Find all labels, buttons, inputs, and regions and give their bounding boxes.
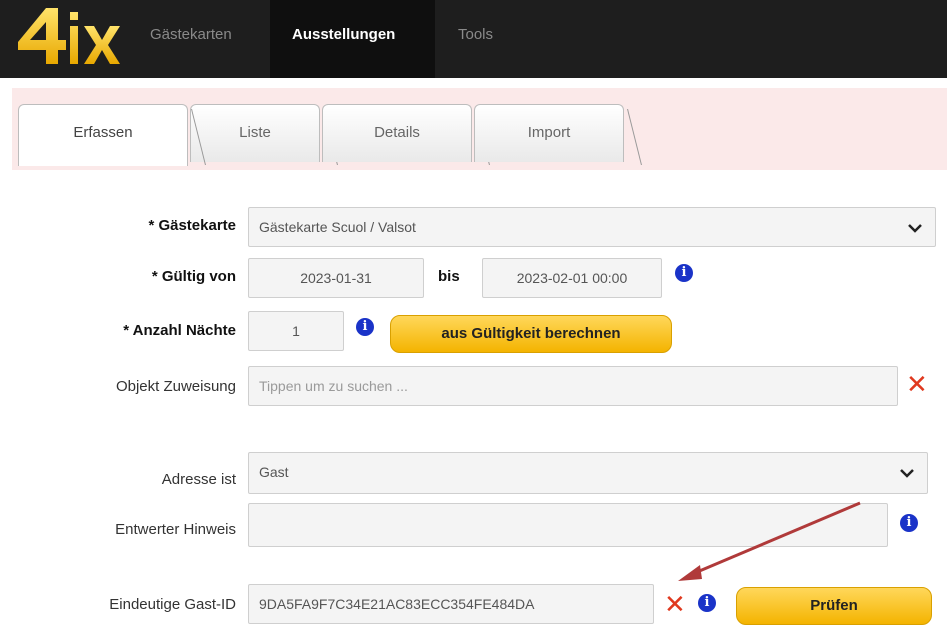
tab-erfassen[interactable]: Erfassen bbox=[18, 104, 206, 166]
top-navigation: Gästekarten Ausstellungen Tools bbox=[0, 0, 947, 78]
gueltig-von-input[interactable]: 2023-01-31 bbox=[248, 258, 424, 298]
info-icon[interactable]: i bbox=[698, 594, 716, 612]
chevron-down-icon bbox=[900, 469, 914, 478]
gast-id-label: Eindeutige Gast-ID bbox=[109, 596, 236, 613]
entwerter-hinweis-label: Entwerter Hinweis bbox=[115, 521, 236, 538]
nav-tools[interactable]: Tools bbox=[436, 0, 515, 78]
adresse-ist-label: Adresse ist bbox=[161, 471, 236, 488]
info-icon[interactable]: i bbox=[675, 264, 693, 282]
chevron-down-icon bbox=[908, 224, 922, 233]
gaestekarte-value: Gästekarte Scuol / Valsot bbox=[259, 219, 416, 235]
clear-icon[interactable]: ✕ bbox=[906, 372, 928, 398]
gaestekarte-select[interactable]: Gästekarte Scuol / Valsot bbox=[248, 207, 936, 247]
tab-label: Import bbox=[527, 124, 571, 141]
nav-gaestekarten[interactable]: Gästekarten bbox=[128, 0, 254, 78]
info-icon[interactable]: i bbox=[900, 514, 918, 532]
tab-label: Erfassen bbox=[73, 124, 133, 141]
tab-label: Liste bbox=[239, 124, 271, 141]
app-logo[interactable] bbox=[14, 4, 126, 68]
objekt-zuweisung-label: Objekt Zuweisung bbox=[115, 378, 236, 395]
tab-label: Details bbox=[374, 124, 420, 141]
gueltig-von-label: * Gültig von bbox=[151, 268, 236, 285]
nav-ausstellungen[interactable]: Ausstellungen bbox=[270, 0, 435, 78]
tab-liste[interactable]: Liste bbox=[190, 104, 338, 165]
anzahl-naechte-input[interactable]: 1 bbox=[248, 311, 344, 351]
anzahl-naechte-label: * Anzahl Nächte bbox=[123, 322, 236, 339]
gast-id-input[interactable]: 9DA5FA9F7C34E21AC83ECC354FE484DA bbox=[248, 584, 654, 624]
annotation-arrow bbox=[678, 501, 861, 581]
calculate-from-validity-button[interactable]: aus Gültigkeit berechnen bbox=[390, 315, 672, 353]
adresse-value: Gast bbox=[259, 464, 289, 480]
info-icon[interactable]: i bbox=[356, 318, 374, 336]
gaestekarte-label: * Gästekarte bbox=[148, 217, 236, 234]
adresse-select[interactable]: Gast bbox=[248, 452, 928, 494]
clear-icon[interactable]: ✕ bbox=[664, 592, 686, 618]
logo-graphic bbox=[18, 8, 120, 64]
tab-details[interactable]: Details bbox=[322, 104, 490, 165]
tab-import[interactable]: Import bbox=[474, 104, 642, 165]
bis-label: bis bbox=[438, 268, 460, 285]
gueltig-bis-input[interactable]: 2023-02-01 00:00 bbox=[482, 258, 662, 298]
objekt-search-input[interactable]: Tippen um zu suchen ... bbox=[248, 366, 898, 406]
